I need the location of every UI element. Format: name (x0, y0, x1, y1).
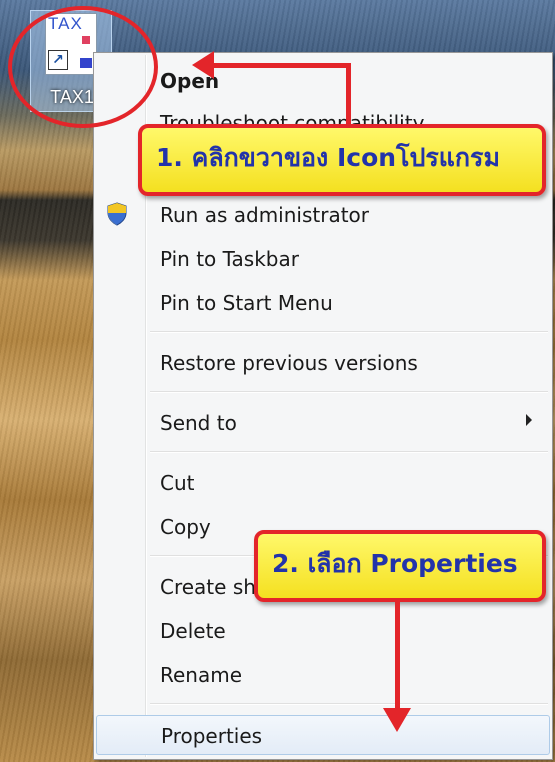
annotation-circle (8, 6, 158, 128)
menu-item-label: Properties (161, 724, 263, 748)
menu-item-pin-to-start-menu[interactable]: Pin to Start Menu (96, 283, 550, 323)
shield-icon (107, 202, 127, 226)
annotation-arrow-line (346, 63, 351, 128)
menu-item-run-as-administrator[interactable]: Run as administrator (96, 195, 550, 235)
menu-separator (150, 451, 548, 453)
menu-item-label: Send to (160, 411, 237, 435)
callout-step-1-text: 1. คลิกขวาของ Iconโปรแกรม (156, 143, 500, 172)
menu-item-send-to[interactable]: Send to (96, 403, 550, 443)
menu-item-rename[interactable]: Rename (96, 655, 550, 695)
menu-separator (150, 703, 548, 705)
menu-separator (150, 331, 548, 333)
callout-step-1: 1. คลิกขวาของ Iconโปรแกรม (138, 124, 546, 196)
menu-item-properties[interactable]: Properties (96, 715, 550, 755)
callout-step-2: 2. เลือก Properties (254, 530, 546, 602)
annotation-arrowhead-left (192, 51, 214, 79)
menu-item-restore-previous-versions[interactable]: Restore previous versions (96, 343, 550, 383)
menu-item-label: Rename (160, 663, 243, 687)
menu-item-delete[interactable]: Delete (96, 611, 550, 651)
menu-item-label: Run as administrator (160, 203, 370, 227)
menu-item-pin-to-taskbar[interactable]: Pin to Taskbar (96, 239, 550, 279)
annotation-arrow-line (395, 602, 400, 710)
annotation-arrow-line (210, 63, 350, 68)
menu-separator (150, 391, 548, 393)
menu-item-label: Copy (160, 515, 211, 539)
menu-item-label: Pin to Start Menu (160, 291, 333, 315)
menu-item-label: Cut (160, 471, 195, 495)
menu-item-label: Pin to Taskbar (160, 247, 299, 271)
annotation-arrowhead-down (383, 708, 411, 732)
menu-item-label: Restore previous versions (160, 351, 418, 375)
menu-item-label: Delete (160, 619, 226, 643)
menu-item-cut[interactable]: Cut (96, 463, 550, 503)
callout-step-2-text: 2. เลือก Properties (272, 549, 518, 578)
submenu-arrow-icon (526, 414, 532, 426)
